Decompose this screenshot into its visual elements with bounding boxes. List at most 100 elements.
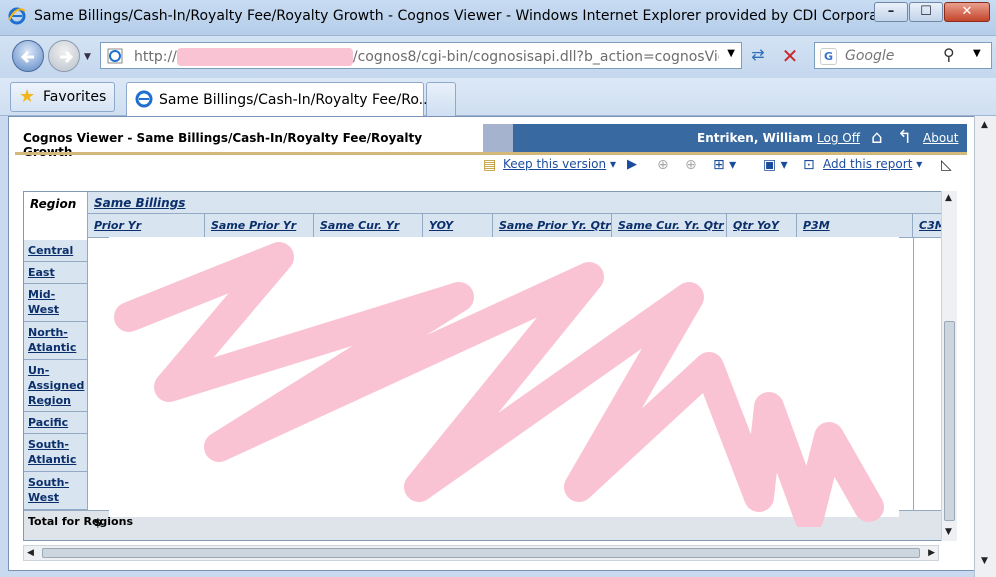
- history-dropdown-icon[interactable]: ▼: [84, 52, 91, 62]
- tab-label: Same Billings/Cash-In/Royalty Fee/Ro...: [159, 92, 433, 108]
- scroll-thumb[interactable]: [944, 321, 955, 521]
- scroll-thumb[interactable]: [42, 548, 920, 558]
- search-input[interactable]: [845, 47, 945, 65]
- drill-down-icon: ⊕: [657, 157, 669, 173]
- address-bar[interactable]: http:// /cognos8/cgi-bin/cognosisapi.dll?…: [100, 42, 742, 69]
- back-button[interactable]: [12, 40, 44, 72]
- new-tab-button[interactable]: [426, 82, 456, 116]
- add-report-label: Add this report: [823, 157, 913, 171]
- favorites-label: Favorites: [43, 89, 107, 105]
- search-dropdown-icon[interactable]: ▼: [973, 48, 981, 59]
- keep-version-label: Keep this version: [503, 157, 607, 171]
- column-divider: [423, 238, 424, 540]
- column-divider: [205, 238, 206, 540]
- row-header[interactable]: Mid-West: [24, 284, 88, 322]
- minimize-button[interactable]: –: [874, 2, 908, 22]
- keep-version-icon: ▤: [483, 157, 497, 173]
- user-bar: Entriken, William Log Off ⌂ ↰ About: [513, 124, 967, 152]
- stop-icon[interactable]: ✕: [778, 44, 802, 68]
- related-links-icon[interactable]: ⊞ ▾: [713, 157, 736, 177]
- google-icon: G: [820, 48, 837, 65]
- close-window-button[interactable]: ✕: [944, 2, 990, 22]
- log-off-link[interactable]: Log Off: [817, 131, 860, 145]
- favorites-button[interactable]: ★ Favorites: [10, 82, 116, 112]
- row-header[interactable]: Central: [24, 240, 88, 262]
- scroll-up-icon[interactable]: ▲: [981, 120, 988, 130]
- redacted-host: [176, 48, 353, 66]
- column-divider: [727, 238, 728, 540]
- internet-explorer-icon: [8, 7, 26, 25]
- home-icon[interactable]: ⌂: [871, 127, 882, 148]
- column-header[interactable]: YOY: [423, 214, 493, 238]
- about-link[interactable]: About: [923, 131, 958, 145]
- internet-explorer-icon: [135, 90, 153, 108]
- cognos-header: Cognos Viewer - Same Billings/Cash-In/Ro…: [15, 124, 967, 159]
- row-header[interactable]: Pacific: [24, 412, 88, 434]
- refresh-icon[interactable]: ⇄: [745, 45, 771, 67]
- column-header[interactable]: Same Cur. Yr: [314, 214, 423, 238]
- url-path: /cognos8/cgi-bin/cognosisapi.dll?b_actio…: [352, 49, 719, 65]
- navigation-bar: ▼ http:// /cognos8/cgi-bin/cognosisapi.dl…: [0, 36, 996, 78]
- row-header[interactable]: South-Atlantic: [24, 434, 88, 472]
- star-icon: ★: [19, 86, 36, 107]
- user-name: Entriken, William: [697, 131, 813, 145]
- column-divider: [913, 238, 914, 540]
- maximize-button[interactable]: ☐: [909, 2, 943, 22]
- column-header[interactable]: Prior Yr: [88, 214, 205, 238]
- column-divider: [493, 238, 494, 540]
- same-billings-header[interactable]: Same Billings: [88, 192, 956, 214]
- run-icon[interactable]: ▶: [627, 157, 637, 177]
- scroll-right-icon[interactable]: ▶: [928, 548, 935, 558]
- search-icon[interactable]: ⚲: [943, 45, 955, 64]
- report-vertical-scrollbar[interactable]: ▲ ▼: [941, 191, 957, 541]
- back-arrow-icon: [20, 50, 34, 64]
- column-divider: [612, 238, 613, 540]
- page-content: Cognos Viewer - Same Billings/Cash-In/Ro…: [8, 116, 988, 571]
- keep-version-link[interactable]: Keep this version ▾: [503, 157, 616, 177]
- region-header: Region: [24, 192, 88, 240]
- row-header[interactable]: East: [24, 262, 88, 284]
- browser-vertical-scrollbar[interactable]: ▲ ▼: [974, 116, 996, 577]
- report-table: Region Same Billings Prior Yr Same Prior…: [23, 191, 957, 541]
- row-header[interactable]: North-Atlantic: [24, 322, 88, 360]
- header-separator: [483, 124, 513, 152]
- column-header[interactable]: Same Cur. Yr. Qtr: [612, 214, 727, 238]
- return-icon[interactable]: ↰: [897, 127, 912, 148]
- maximize-icon: ☐: [920, 4, 932, 19]
- view-format-icon[interactable]: ▣ ▾: [763, 157, 788, 177]
- row-header[interactable]: Un-Assigned Region: [24, 360, 88, 412]
- scroll-down-icon[interactable]: ▼: [981, 556, 988, 566]
- window-titlebar: Same Billings/Cash-In/Royalty Fee/Royalt…: [0, 0, 996, 36]
- tab-bar: ★ Favorites Same Billings/Cash-In/Royalt…: [0, 78, 996, 116]
- scroll-up-icon[interactable]: ▲: [945, 193, 952, 203]
- scroll-down-icon[interactable]: ▼: [945, 527, 952, 537]
- url-prefix: http://: [134, 49, 177, 65]
- window-title: Same Billings/Cash-In/Royalty Fee/Royalt…: [34, 8, 905, 24]
- column-header[interactable]: Same Prior Yr. Qtr: [493, 214, 612, 238]
- address-dropdown-icon[interactable]: ▼: [727, 48, 735, 59]
- chart-icon[interactable]: ◺: [941, 157, 952, 177]
- column-divider: [314, 238, 315, 540]
- report-horizontal-scrollbar[interactable]: ◀ ▶: [23, 545, 939, 561]
- tab-cognos-viewer[interactable]: Same Billings/Cash-In/Royalty Fee/Ro...: [126, 82, 432, 116]
- forward-arrow-icon: [60, 50, 74, 64]
- scroll-left-icon[interactable]: ◀: [27, 548, 34, 558]
- total-label: Total for Regions: [28, 515, 133, 528]
- row-header[interactable]: South-West: [24, 472, 88, 510]
- total-value: $: [94, 516, 102, 529]
- total-row: Total for Regions $: [24, 510, 956, 540]
- column-divider: [797, 238, 798, 540]
- report-title: Cognos Viewer - Same Billings/Cash-In/Ro…: [23, 131, 423, 159]
- minimize-icon: –: [887, 4, 895, 19]
- search-box[interactable]: G ⚲ ▼: [814, 42, 992, 69]
- add-report-link[interactable]: Add this report ▾: [823, 157, 922, 177]
- close-icon: ✕: [961, 4, 973, 19]
- drill-up-icon: ⊕: [685, 157, 697, 173]
- column-header[interactable]: Same Prior Yr: [205, 214, 314, 238]
- column-header[interactable]: Qtr YoY: [727, 214, 797, 238]
- forward-button[interactable]: [48, 40, 80, 72]
- viewer-toolbar: ▤ Keep this version ▾ ▶ ⊕ ⊕ ⊞ ▾ ▣ ▾ ⊡ Ad…: [479, 157, 969, 177]
- header-divider: [15, 152, 967, 155]
- column-header[interactable]: P3M: [797, 214, 913, 238]
- address-url: http:// /cognos8/cgi-bin/cognosisapi.dll?…: [134, 48, 719, 66]
